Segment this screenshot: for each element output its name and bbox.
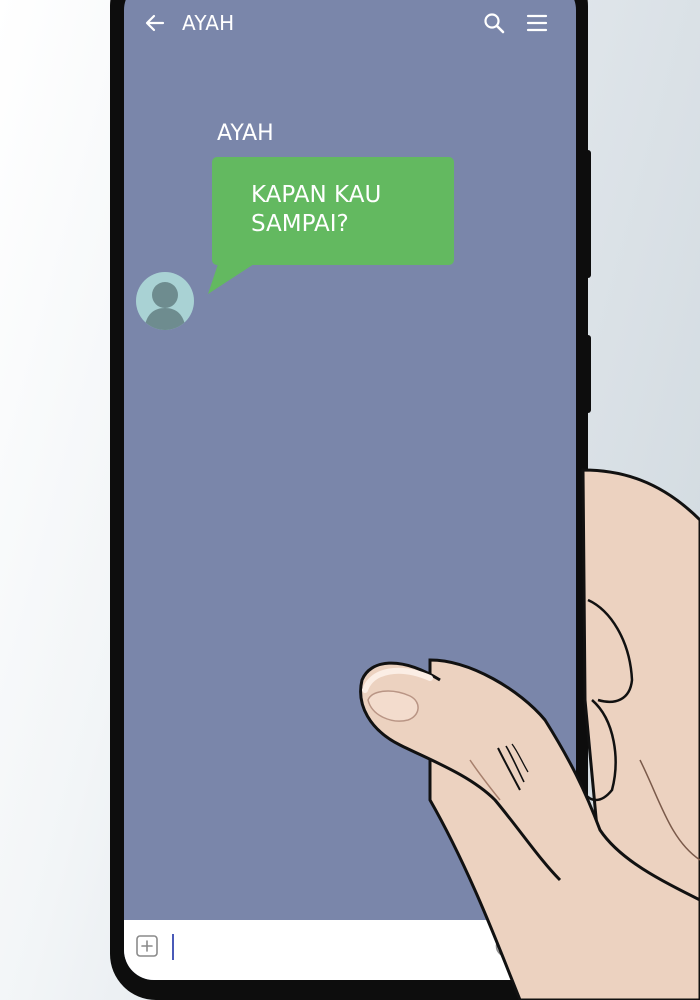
message-sender-name: AYAH — [217, 121, 274, 146]
plus-square-icon[interactable] — [135, 934, 159, 958]
message-bubble[interactable]: KAPAN KAU SAMPAI? — [212, 157, 454, 265]
search-icon[interactable] — [482, 11, 506, 35]
chat-header: AYAH — [124, 0, 576, 46]
default-avatar-icon[interactable] — [136, 272, 194, 330]
message-text-line: KAPAN KAU — [251, 182, 382, 208]
message-text: KAPAN KAU SAMPAI? — [251, 181, 441, 239]
chat-title: AYAH — [182, 11, 235, 35]
text-caret — [172, 934, 174, 960]
message-input[interactable] — [172, 932, 476, 962]
smiley-icon[interactable] — [494, 933, 520, 959]
message-composer — [124, 920, 576, 980]
chat-screen: AYAH AYAH KAPAN KAU SAMPAI? — [124, 0, 576, 980]
bubble-tail — [208, 264, 254, 294]
arrow-left-icon[interactable] — [144, 12, 166, 34]
avatar-silhouette — [144, 282, 186, 330]
phone-side-button-lower — [585, 335, 591, 413]
hamburger-menu-icon[interactable] — [526, 12, 548, 34]
phone-side-button-upper — [585, 150, 591, 278]
message-text-line: SAMPAI? — [251, 211, 349, 237]
